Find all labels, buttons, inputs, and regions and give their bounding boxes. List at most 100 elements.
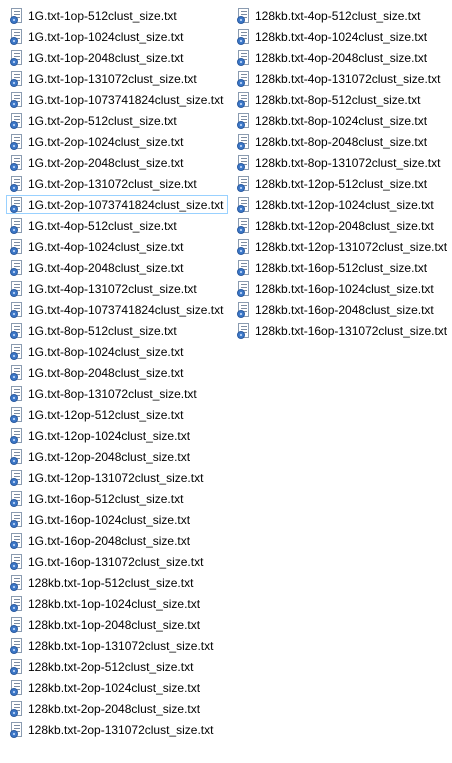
- file-item[interactable]: 128kb.txt-4op-131072clust_size.txt: [233, 69, 445, 88]
- file-item[interactable]: 128kb.txt-2op-1024clust_size.txt: [6, 678, 205, 697]
- file-item[interactable]: 128kb.txt-8op-1024clust_size.txt: [233, 111, 432, 130]
- file-item[interactable]: 128kb.txt-1op-1024clust_size.txt: [6, 594, 205, 613]
- file-item[interactable]: 128kb.txt-8op-512clust_size.txt: [233, 90, 425, 109]
- file-name: 1G.txt-16op-1024clust_size.txt: [28, 512, 191, 527]
- file-name: 1G.txt-12op-131072clust_size.txt: [28, 470, 204, 485]
- config-file-icon: [10, 427, 24, 444]
- file-item[interactable]: 128kb.txt-8op-2048clust_size.txt: [233, 132, 432, 151]
- file-item[interactable]: 1G.txt-1op-1073741824clust_size.txt: [6, 90, 228, 109]
- file-item[interactable]: 128kb.txt-4op-512clust_size.txt: [233, 6, 425, 25]
- file-item[interactable]: 1G.txt-8op-2048clust_size.txt: [6, 363, 188, 382]
- file-item[interactable]: 1G.txt-4op-131072clust_size.txt: [6, 279, 202, 298]
- file-item[interactable]: 1G.txt-16op-2048clust_size.txt: [6, 531, 195, 550]
- file-item[interactable]: 1G.txt-16op-1024clust_size.txt: [6, 510, 195, 529]
- file-item[interactable]: 128kb.txt-16op-2048clust_size.txt: [233, 300, 439, 319]
- config-file-icon: [237, 259, 251, 276]
- file-name: 128kb.txt-2op-2048clust_size.txt: [28, 701, 201, 716]
- file-name: 1G.txt-1op-1024clust_size.txt: [28, 29, 184, 44]
- file-item[interactable]: 128kb.txt-16op-1024clust_size.txt: [233, 279, 439, 298]
- config-file-icon: [10, 259, 24, 276]
- config-file-icon: [10, 7, 24, 24]
- file-item[interactable]: 128kb.txt-8op-131072clust_size.txt: [233, 153, 445, 172]
- file-item[interactable]: 128kb.txt-1op-2048clust_size.txt: [6, 615, 205, 634]
- file-name: 128kb.txt-12op-131072clust_size.txt: [255, 239, 448, 254]
- file-item[interactable]: 128kb.txt-4op-2048clust_size.txt: [233, 48, 432, 67]
- file-item[interactable]: 1G.txt-1op-1024clust_size.txt: [6, 27, 188, 46]
- file-item[interactable]: 128kb.txt-16op-512clust_size.txt: [233, 258, 432, 277]
- config-file-icon: [10, 28, 24, 45]
- file-item[interactable]: 1G.txt-12op-1024clust_size.txt: [6, 426, 195, 445]
- file-name: 1G.txt-4op-131072clust_size.txt: [28, 281, 197, 296]
- config-file-icon: [237, 301, 251, 318]
- file-name: 1G.txt-12op-512clust_size.txt: [28, 407, 184, 422]
- file-item[interactable]: 1G.txt-4op-1073741824clust_size.txt: [6, 300, 228, 319]
- file-name: 128kb.txt-16op-2048clust_size.txt: [255, 302, 434, 317]
- file-item[interactable]: 128kb.txt-12op-131072clust_size.txt: [233, 237, 452, 256]
- file-item[interactable]: 1G.txt-12op-512clust_size.txt: [6, 405, 188, 424]
- file-item[interactable]: 1G.txt-8op-1024clust_size.txt: [6, 342, 188, 361]
- config-file-icon: [10, 154, 24, 171]
- file-name: 1G.txt-4op-1024clust_size.txt: [28, 239, 184, 254]
- file-item[interactable]: 128kb.txt-12op-2048clust_size.txt: [233, 216, 439, 235]
- file-item[interactable]: 128kb.txt-12op-1024clust_size.txt: [233, 195, 439, 214]
- file-name: 1G.txt-8op-512clust_size.txt: [28, 323, 177, 338]
- file-item[interactable]: 1G.txt-1op-2048clust_size.txt: [6, 48, 188, 67]
- config-file-icon: [10, 385, 24, 402]
- file-item[interactable]: 128kb.txt-12op-512clust_size.txt: [233, 174, 432, 193]
- file-name: 128kb.txt-1op-512clust_size.txt: [28, 575, 194, 590]
- config-file-icon: [10, 175, 24, 192]
- file-item[interactable]: 128kb.txt-1op-512clust_size.txt: [6, 573, 198, 592]
- file-item[interactable]: 128kb.txt-2op-2048clust_size.txt: [6, 699, 205, 718]
- file-item[interactable]: 1G.txt-2op-1073741824clust_size.txt: [6, 195, 229, 214]
- file-name: 1G.txt-2op-1024clust_size.txt: [28, 134, 184, 149]
- file-name: 128kb.txt-16op-1024clust_size.txt: [255, 281, 434, 296]
- file-name: 1G.txt-12op-2048clust_size.txt: [28, 449, 191, 464]
- file-name: 128kb.txt-4op-2048clust_size.txt: [255, 50, 428, 65]
- file-item[interactable]: 128kb.txt-4op-1024clust_size.txt: [233, 27, 432, 46]
- file-name: 128kb.txt-8op-1024clust_size.txt: [255, 113, 428, 128]
- file-item[interactable]: 1G.txt-1op-512clust_size.txt: [6, 6, 182, 25]
- file-item[interactable]: 1G.txt-8op-131072clust_size.txt: [6, 384, 202, 403]
- file-list-column-1: 1G.txt-1op-512clust_size.txt 1G.txt-1op-1…: [6, 6, 229, 741]
- file-item[interactable]: 128kb.txt-1op-131072clust_size.txt: [6, 636, 218, 655]
- file-item[interactable]: 1G.txt-12op-131072clust_size.txt: [6, 468, 208, 487]
- file-item[interactable]: 128kb.txt-2op-131072clust_size.txt: [6, 720, 218, 739]
- config-file-icon: [237, 322, 251, 339]
- file-item[interactable]: 1G.txt-4op-2048clust_size.txt: [6, 258, 188, 277]
- config-file-icon: [10, 448, 24, 465]
- config-file-icon: [10, 574, 24, 591]
- file-item[interactable]: 1G.txt-2op-512clust_size.txt: [6, 111, 182, 130]
- file-name: 128kb.txt-2op-512clust_size.txt: [28, 659, 194, 674]
- file-name: 1G.txt-16op-2048clust_size.txt: [28, 533, 191, 548]
- file-item[interactable]: 1G.txt-16op-131072clust_size.txt: [6, 552, 208, 571]
- file-item[interactable]: 1G.txt-2op-131072clust_size.txt: [6, 174, 202, 193]
- config-file-icon: [10, 721, 24, 738]
- file-name: 1G.txt-8op-2048clust_size.txt: [28, 365, 184, 380]
- file-name: 1G.txt-16op-512clust_size.txt: [28, 491, 184, 506]
- config-file-icon: [237, 112, 251, 129]
- config-file-icon: [10, 532, 24, 549]
- file-item[interactable]: 128kb.txt-16op-131072clust_size.txt: [233, 321, 452, 340]
- file-item[interactable]: 1G.txt-8op-512clust_size.txt: [6, 321, 182, 340]
- config-file-icon: [10, 637, 24, 654]
- file-name: 128kb.txt-1op-131072clust_size.txt: [28, 638, 214, 653]
- file-item[interactable]: 128kb.txt-2op-512clust_size.txt: [6, 657, 198, 676]
- config-file-icon: [10, 238, 24, 255]
- file-item[interactable]: 1G.txt-16op-512clust_size.txt: [6, 489, 188, 508]
- file-name: 1G.txt-2op-512clust_size.txt: [28, 113, 177, 128]
- file-item[interactable]: 1G.txt-2op-1024clust_size.txt: [6, 132, 188, 151]
- config-file-icon: [10, 133, 24, 150]
- config-file-icon: [237, 7, 251, 24]
- file-name: 128kb.txt-2op-131072clust_size.txt: [28, 722, 214, 737]
- file-item[interactable]: 1G.txt-1op-131072clust_size.txt: [6, 69, 202, 88]
- config-file-icon: [10, 406, 24, 423]
- config-file-icon: [10, 616, 24, 633]
- file-item[interactable]: 1G.txt-4op-512clust_size.txt: [6, 216, 182, 235]
- file-item[interactable]: 1G.txt-4op-1024clust_size.txt: [6, 237, 188, 256]
- file-item[interactable]: 1G.txt-12op-2048clust_size.txt: [6, 447, 195, 466]
- file-item[interactable]: 1G.txt-2op-2048clust_size.txt: [6, 153, 188, 172]
- config-file-icon: [10, 511, 24, 528]
- config-file-icon: [237, 280, 251, 297]
- config-file-icon: [10, 490, 24, 507]
- file-name: 1G.txt-12op-1024clust_size.txt: [28, 428, 191, 443]
